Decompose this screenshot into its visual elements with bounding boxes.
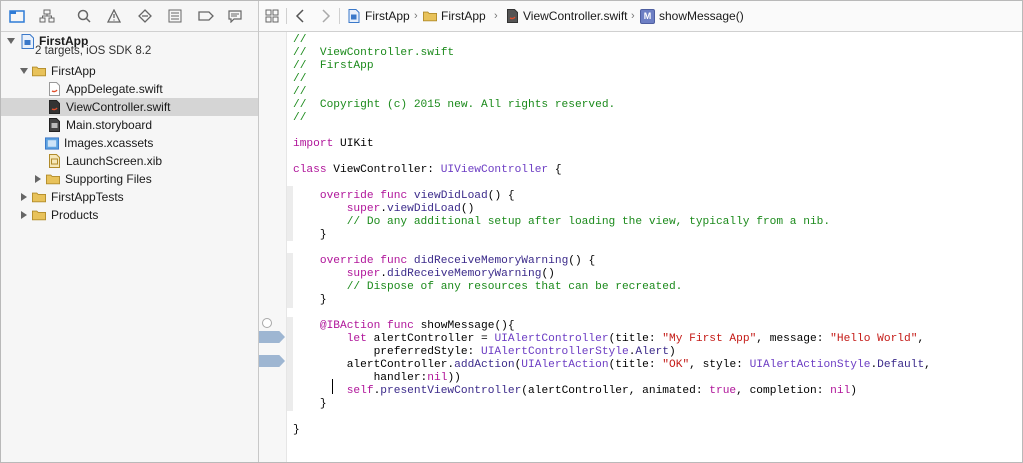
- folder-icon: [32, 190, 46, 204]
- code-line: }: [293, 294, 327, 306]
- swift-file-icon: [47, 100, 61, 114]
- xcode-window: FirstApp 2 targets, iOS SDK 8.2 FirstApp…: [0, 0, 1023, 463]
- file-images-xcassets[interactable]: Images.xcassets: [1, 134, 258, 152]
- disclosure-closed-icon[interactable]: [19, 210, 29, 220]
- file-viewcontroller-selected[interactable]: ViewController.swift: [1, 98, 258, 116]
- code-line: }: [293, 424, 300, 436]
- code-line: alertController.addAction(UIAlertAction(…: [293, 359, 931, 371]
- text-cursor: [332, 379, 333, 394]
- code-line: preferredStyle: UIAlertControllerStyle.A…: [293, 346, 676, 358]
- tree-item-label: AppDelegate.swift: [66, 82, 163, 96]
- tree-item-label: Products: [51, 208, 99, 222]
- crumb-method[interactable]: M showMessage(): [640, 1, 744, 31]
- jump-bar: FirstApp › FirstApp › ViewController.swi…: [259, 1, 1022, 32]
- code-line: super.didReceiveMemoryWarning(): [346, 268, 555, 280]
- issue-navigator-icon[interactable]: [105, 7, 123, 25]
- code-line: @IBAction func showMessage(){: [319, 320, 515, 332]
- test-navigator-icon[interactable]: [136, 7, 154, 25]
- code-line: // FirstApp: [293, 60, 374, 72]
- tree-item-label: Images.xcassets: [64, 136, 154, 150]
- code-line: class ViewController: UIViewController {: [293, 164, 562, 176]
- code-line: override func viewDidLoad() {: [319, 190, 515, 202]
- code-line: handler:nil)): [293, 372, 461, 384]
- project-navigator: FirstApp 2 targets, iOS SDK 8.2 FirstApp…: [1, 1, 259, 462]
- project-subtitle: 2 targets, iOS SDK 8.2: [35, 45, 152, 57]
- file-main-storyboard[interactable]: Main.storyboard: [1, 116, 258, 134]
- group-firstapptests[interactable]: FirstAppTests: [1, 188, 258, 206]
- tree-item-label: Main.storyboard: [66, 118, 153, 132]
- folder-icon: [32, 64, 46, 78]
- code-line: }: [293, 398, 327, 410]
- folder-icon: [32, 208, 46, 222]
- code-line: //: [293, 86, 307, 98]
- chevron-right-icon: ›: [414, 10, 418, 22]
- crumb-project[interactable]: FirstApp: [347, 1, 410, 31]
- folder-icon: [423, 9, 437, 23]
- group-products[interactable]: Products: [1, 206, 258, 224]
- tree-item-label: FirstApp: [51, 64, 96, 78]
- code-line: import UIKit: [293, 138, 374, 150]
- asset-catalog-icon: [45, 136, 59, 150]
- related-items-icon[interactable]: [263, 7, 281, 25]
- chevron-right-icon: ›: [631, 10, 635, 22]
- find-navigator-icon[interactable]: [75, 7, 93, 25]
- code-line: // Do any additional setup after loading…: [293, 216, 831, 228]
- file-appdelegate[interactable]: AppDelegate.swift: [1, 80, 258, 98]
- disclosure-closed-icon[interactable]: [19, 192, 29, 202]
- crumb-group[interactable]: FirstApp: [423, 1, 486, 31]
- toolbar-divider: [339, 8, 340, 24]
- group-supporting-files[interactable]: Supporting Files: [1, 170, 258, 188]
- navigator-toolbar: [1, 1, 258, 32]
- xcode-project-icon: [20, 33, 34, 49]
- tree-item-label: LaunchScreen.xib: [66, 154, 163, 168]
- swift-file-icon: [47, 82, 61, 96]
- file-launchscreen-xib[interactable]: LaunchScreen.xib: [1, 152, 258, 170]
- code-line: super.viewDidLoad(): [346, 203, 475, 215]
- code-line: }: [293, 229, 327, 241]
- disclosure-closed-icon[interactable]: [33, 174, 43, 184]
- debug-navigator-icon[interactable]: [166, 7, 184, 25]
- tree-item-label: ViewController.swift: [66, 100, 171, 114]
- chevron-right-icon: ›: [494, 10, 498, 22]
- swift-file-icon: [505, 9, 519, 23]
- toolbar-divider: [286, 8, 287, 24]
- code-line: let alertController = UIAlertController(…: [346, 333, 925, 345]
- tree-item-label: Supporting Files: [65, 172, 152, 186]
- code-line: self.presentViewController(alertControll…: [346, 385, 858, 397]
- folder-icon: [46, 172, 60, 186]
- line-gutter[interactable]: [259, 32, 287, 462]
- group-firstapp[interactable]: FirstApp: [1, 62, 258, 80]
- disclosure-open-icon[interactable]: [19, 66, 29, 76]
- disclosure-open-icon[interactable]: [6, 36, 16, 46]
- xcode-project-icon: [347, 9, 361, 23]
- xib-icon: [47, 154, 61, 168]
- back-arrow-icon[interactable]: [291, 7, 309, 25]
- storyboard-icon: [47, 118, 61, 132]
- symbol-navigator-icon[interactable]: [38, 7, 56, 25]
- code-line: //: [293, 73, 307, 85]
- code-line: // ViewController.swift: [293, 47, 455, 59]
- code-line: //: [293, 112, 307, 124]
- ibaction-connection-circle-icon[interactable]: [262, 318, 272, 328]
- forward-arrow-icon[interactable]: [317, 7, 335, 25]
- method-badge-icon: M: [640, 8, 655, 24]
- breakpoint-navigator-icon[interactable]: [197, 7, 215, 25]
- crumb-file[interactable]: ViewController.swift: [505, 1, 627, 31]
- code-line: override func didReceiveMemoryWarning() …: [319, 255, 596, 267]
- report-navigator-icon[interactable]: [226, 7, 244, 25]
- code-line: // Copyright (c) 2015 new. All rights re…: [293, 99, 616, 111]
- code-line: //: [293, 34, 307, 46]
- code-line: // Dispose of any resources that can be …: [293, 281, 683, 293]
- project-navigator-icon[interactable]: [8, 7, 26, 25]
- tree-item-label: FirstAppTests: [51, 190, 124, 204]
